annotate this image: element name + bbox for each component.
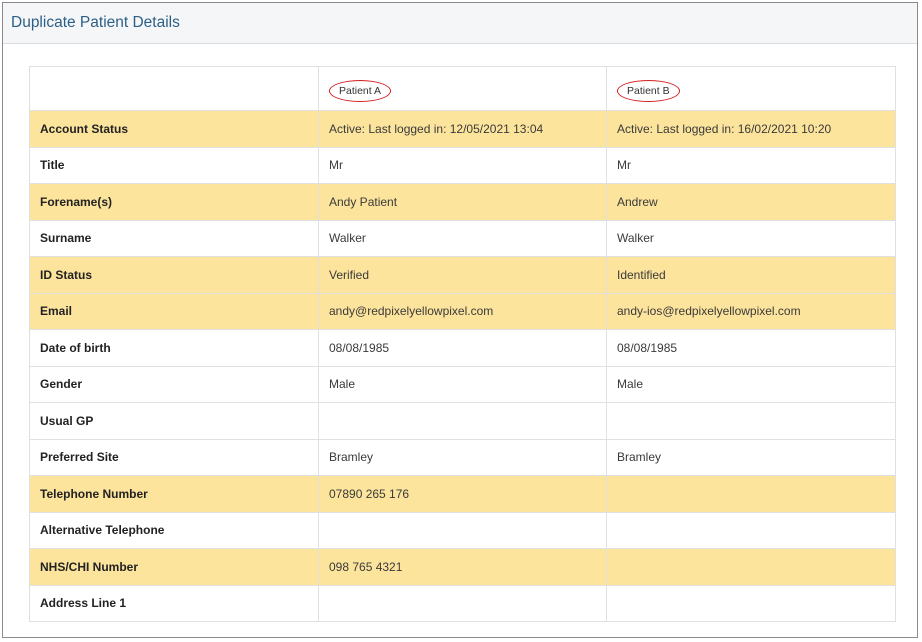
patient-a-label: Patient A — [329, 79, 392, 102]
patient-b-value: Walker — [606, 219, 896, 257]
patient-a-value: Male — [318, 365, 607, 403]
patient-comparison-table: Patient A Patient B Account Status Active… — [29, 66, 896, 622]
row-label: Address Line 1 — [29, 584, 319, 622]
patient-a-value: Mr — [318, 146, 607, 184]
table-row: Gender Male Male — [29, 365, 896, 403]
patient-b-value: Active: Last logged in: 16/02/2021 10:20 — [606, 110, 896, 148]
table-row: Date of birth 08/08/1985 08/08/1985 — [29, 329, 896, 367]
patient-b-value — [606, 548, 896, 586]
table-row: Usual GP — [29, 402, 896, 440]
header-patient-b-cell: Patient B — [606, 66, 896, 111]
patient-b-value — [606, 475, 896, 513]
row-label: Alternative Telephone — [29, 511, 319, 549]
patient-b-value: andy-ios@redpixelyellowpixel.com — [606, 292, 896, 330]
table-row: Email andy@redpixelyellowpixel.com andy-io… — [29, 292, 896, 330]
patient-a-value: 098 765 4321 — [318, 548, 607, 586]
patient-b-value — [606, 402, 896, 440]
table-row: NHS/CHI Number 098 765 4321 — [29, 548, 896, 586]
patient-a-value: Walker — [318, 219, 607, 257]
row-label: Forename(s) — [29, 183, 319, 221]
patient-b-value — [606, 511, 896, 549]
patient-b-value — [606, 584, 896, 622]
row-label: ID Status — [29, 256, 319, 294]
table-row: Account Status Active: Last logged in: 12… — [29, 110, 896, 148]
row-label: Surname — [29, 219, 319, 257]
row-label: Usual GP — [29, 402, 319, 440]
patient-b-value: Mr — [606, 146, 896, 184]
row-label: Date of birth — [29, 329, 319, 367]
table-row: Address Line 1 — [29, 584, 896, 622]
table-row: Forename(s) Andy Patient Andrew — [29, 183, 896, 221]
table-header-row: Patient A Patient B — [29, 66, 896, 111]
patient-a-value: Andy Patient — [318, 183, 607, 221]
comparison-table-wrap: Patient A Patient B Account Status Active… — [29, 66, 896, 622]
table-row: Alternative Telephone — [29, 511, 896, 549]
panel-header: Duplicate Patient Details — [3, 3, 917, 44]
patient-a-value: Verified — [318, 256, 607, 294]
row-label: Account Status — [29, 110, 319, 148]
patient-a-value — [318, 402, 607, 440]
patient-b-label: Patient B — [617, 79, 680, 102]
patient-a-value — [318, 511, 607, 549]
patient-b-value: Identified — [606, 256, 896, 294]
header-empty-cell — [29, 66, 319, 111]
table-row: ID Status Verified Identified — [29, 256, 896, 294]
patient-a-value: Bramley — [318, 438, 607, 476]
patient-b-value: Male — [606, 365, 896, 403]
table-row: Telephone Number 07890 265 176 — [29, 475, 896, 513]
header-patient-a-cell: Patient A — [318, 66, 607, 111]
row-label: Email — [29, 292, 319, 330]
row-label: Title — [29, 146, 319, 184]
patient-a-value: Active: Last logged in: 12/05/2021 13:04 — [318, 110, 607, 148]
row-label: NHS/CHI Number — [29, 548, 319, 586]
duplicate-patient-panel: Duplicate Patient Details Patient A Pati… — [2, 2, 918, 638]
row-label: Telephone Number — [29, 475, 319, 513]
patient-a-value: andy@redpixelyellowpixel.com — [318, 292, 607, 330]
patient-b-value: Bramley — [606, 438, 896, 476]
table-row: Surname Walker Walker — [29, 219, 896, 257]
row-label: Gender — [29, 365, 319, 403]
table-row: Title Mr Mr — [29, 146, 896, 184]
panel-title: Duplicate Patient Details — [11, 14, 180, 31]
patient-a-value: 08/08/1985 — [318, 329, 607, 367]
patient-a-value: 07890 265 176 — [318, 475, 607, 513]
table-row: Preferred Site Bramley Bramley — [29, 438, 896, 476]
row-label: Preferred Site — [29, 438, 319, 476]
patient-a-value — [318, 584, 607, 622]
patient-b-value: 08/08/1985 — [606, 329, 896, 367]
patient-b-value: Andrew — [606, 183, 896, 221]
